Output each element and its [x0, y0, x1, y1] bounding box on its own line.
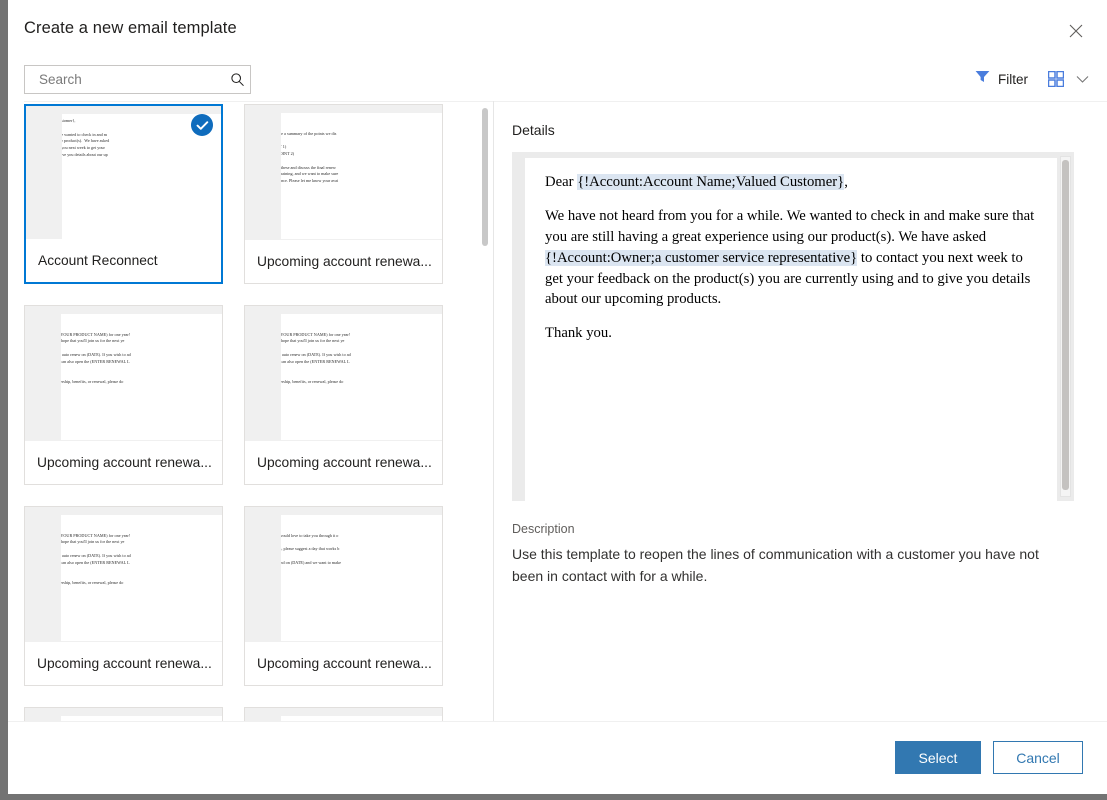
search-box[interactable] [24, 65, 251, 94]
window-edge-left [0, 0, 8, 800]
search-icon[interactable] [224, 72, 250, 87]
thumbnail-page: ed customer}, ficially been using (YOUR … [61, 515, 222, 641]
template-card[interactable] [24, 707, 223, 721]
template-card[interactable]: ed customer}, ficially been using (YOUR … [24, 305, 223, 485]
preview-scroll-thumb[interactable] [1062, 160, 1069, 490]
thumbnail-page: ed customer}, for your renewal. I would … [281, 515, 442, 641]
template-preview-body: Dear {!Account:Account Name;Valued Custo… [525, 158, 1057, 344]
details-heading: Details [512, 122, 555, 138]
template-card-grid: nt Name;Valued Customer}, you for a whil… [24, 104, 474, 721]
cancel-button[interactable]: Cancel [993, 741, 1083, 774]
filter-label: Filter [998, 72, 1028, 87]
merge-token-account-name: {!Account:Account Name;Valued Customer} [577, 174, 844, 190]
thumbnail-text: ed customer}, for your renewal. I would … [281, 519, 442, 587]
description-label: Description [512, 522, 575, 536]
template-card-label: Upcoming account renewa... [245, 441, 442, 484]
description-text: Use this template to reopen the lines of… [512, 544, 1057, 587]
filter-funnel-icon [975, 70, 990, 88]
close-icon[interactable] [1061, 17, 1091, 45]
footer-divider [8, 721, 1107, 722]
template-list: nt Name;Valued Customer}, you for a whil… [24, 104, 494, 721]
dialog-footer: Select Cancel [895, 741, 1083, 774]
search-input[interactable] [25, 66, 224, 93]
template-thumbnail: ed customer}, for your renewal. I would … [245, 507, 442, 644]
toolbar: Filter [971, 66, 1089, 92]
select-button[interactable]: Select [895, 741, 981, 774]
template-thumbnail: ed customer}, ficially been using (YOUR … [245, 306, 442, 443]
page-title: Create a new email template [24, 19, 237, 38]
thumbnail-text: ed customer}, ficially been using (YOUR … [281, 318, 442, 386]
template-card-label: Upcoming account renewa... [245, 642, 442, 685]
preview-paragraph-2: Thank you. [545, 323, 1039, 344]
merge-token-account-owner: {!Account:Owner;a customer service repre… [545, 250, 857, 266]
panes-divider [493, 101, 494, 721]
preview-scrollbar[interactable] [1060, 156, 1071, 497]
template-thumbnail: ed customer}, ficially been using (YOUR … [25, 306, 222, 443]
template-card[interactable] [244, 707, 443, 721]
create-email-template-dialog: Create a new email template Filter [8, 0, 1107, 794]
template-card[interactable]: ed customer}, ficially been using (YOUR … [24, 506, 223, 686]
thumbnail-text: ed customer}, up. I'd like to provide a … [281, 117, 442, 205]
template-thumbnail [245, 708, 442, 721]
header-divider [24, 101, 1107, 102]
details-panel: Details Dear {!Account:Account Name;Valu… [504, 104, 1107, 721]
template-list-scroll-thumb[interactable] [482, 108, 488, 246]
thumbnail-text: ed customer}, ficially been using (YOUR … [61, 318, 222, 386]
thumbnail-page: ed customer}, ficially been using (YOUR … [281, 314, 442, 440]
thumbnail-page: ed customer}, ficially been using (YOUR … [61, 314, 222, 440]
filter-button[interactable]: Filter [971, 68, 1032, 90]
preview-greeting: Dear {!Account:Account Name;Valued Custo… [545, 172, 1039, 193]
template-preview: Dear {!Account:Account Name;Valued Custo… [512, 152, 1074, 501]
grid-view-icon[interactable] [1048, 71, 1064, 87]
greeting-prefix: Dear [545, 174, 577, 190]
template-card-label: Upcoming account renewa... [245, 240, 442, 283]
template-card-label: Upcoming account renewa... [25, 441, 222, 484]
check-circle-icon [191, 114, 213, 136]
greeting-suffix: , [844, 174, 848, 190]
template-card[interactable]: ed customer}, for your renewal. I would … [244, 506, 443, 686]
template-thumbnail: ed customer}, up. I'd like to provide a … [245, 105, 442, 242]
thumbnail-page: ed customer}, up. I'd like to provide a … [281, 113, 442, 239]
thumbnail-text: ed customer}, ficially been using (YOUR … [61, 519, 222, 587]
template-card-label: Upcoming account renewa... [25, 642, 222, 685]
template-card-label: Account Reconnect [26, 239, 221, 282]
template-preview-page: Dear {!Account:Account Name;Valued Custo… [525, 158, 1057, 501]
template-card[interactable]: nt Name;Valued Customer}, you for a whil… [24, 104, 223, 284]
paragraph-1-part-1: We have not heard from you for a while. … [545, 208, 1034, 245]
template-thumbnail: ed customer}, ficially been using (YOUR … [25, 507, 222, 644]
template-card[interactable]: ed customer}, ficially been using (YOUR … [244, 305, 443, 485]
template-card[interactable]: ed customer}, up. I'd like to provide a … [244, 104, 443, 284]
template-thumbnail [25, 708, 222, 721]
preview-paragraph-1: We have not heard from you for a while. … [545, 206, 1039, 310]
chevron-down-icon[interactable] [1076, 75, 1089, 84]
template-list-scrollbar[interactable] [481, 104, 489, 721]
window-edge-bottom [0, 794, 1107, 800]
